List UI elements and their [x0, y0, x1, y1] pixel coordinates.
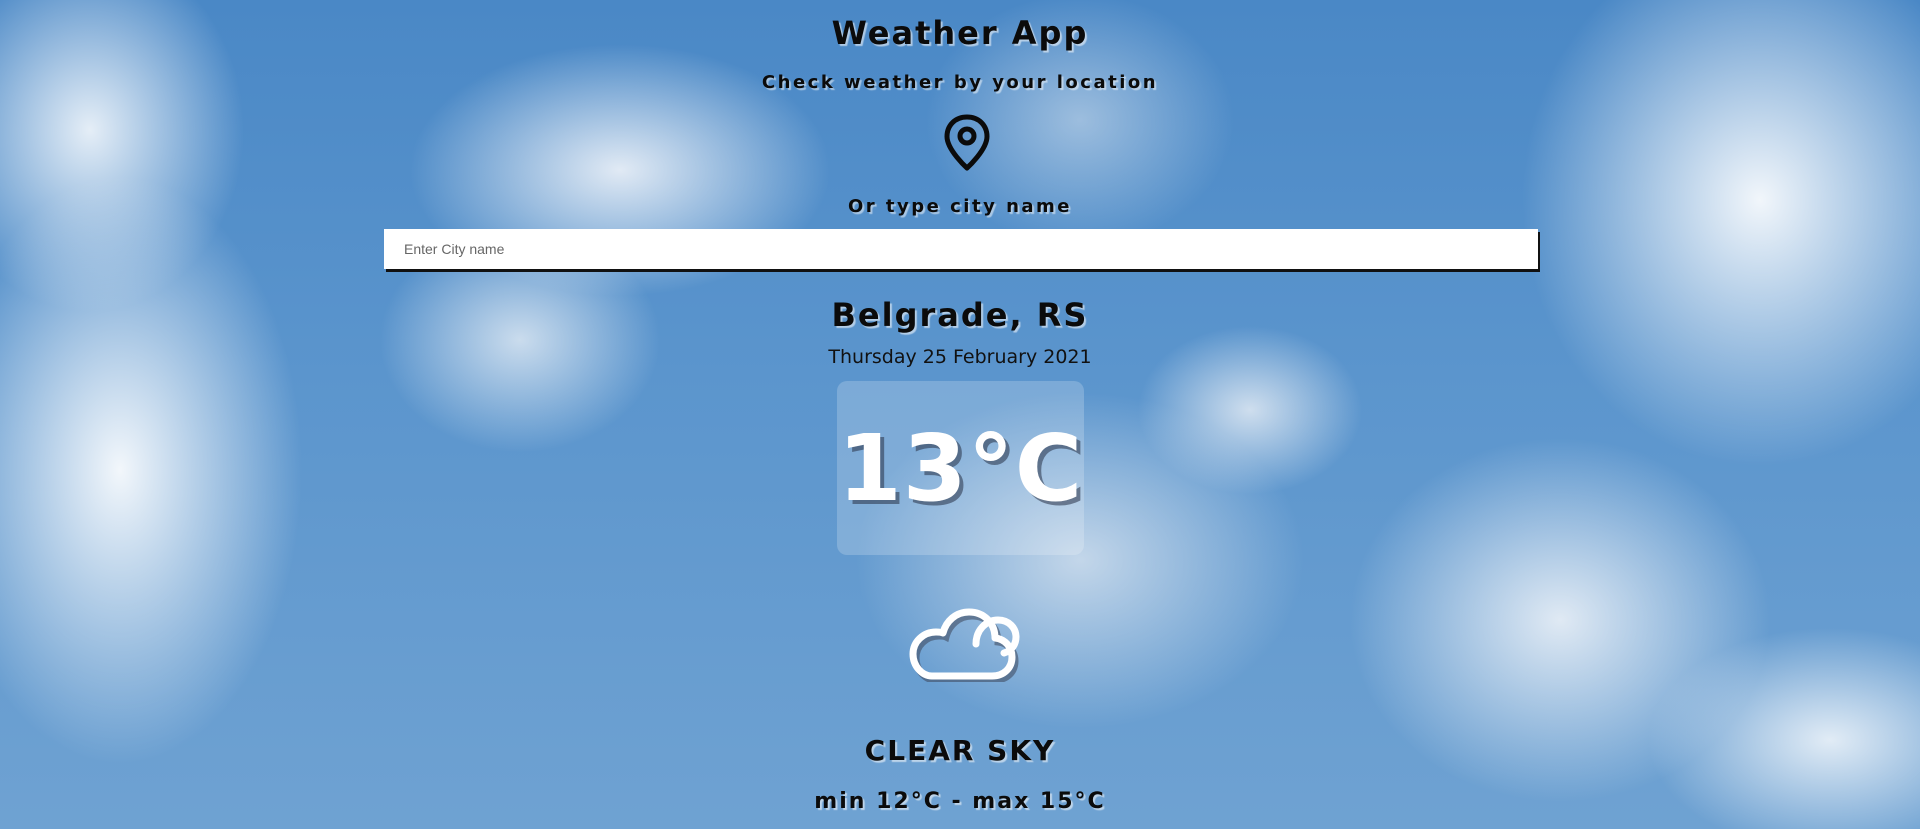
city-search-input[interactable] [384, 229, 1538, 269]
min-max-temperature: min 12°C - max 15°C [814, 789, 1106, 814]
temperature-panel: 13°C [837, 381, 1084, 555]
location-button[interactable] [939, 113, 995, 173]
temperature: 13°C [837, 414, 1084, 522]
location-pin-icon [944, 114, 990, 171]
cloud-icon [898, 596, 1020, 682]
city-name: Belgrade, RS [831, 296, 1089, 334]
weather-condition: CLEAR SKY [864, 734, 1056, 767]
type-city-label: Or type city name [847, 196, 1072, 217]
app-title: Weather App [831, 14, 1089, 52]
app-subtitle: Check weather by your location [761, 72, 1159, 93]
weather-app: Weather App Check weather by your locati… [0, 0, 1920, 829]
current-date: Thursday 25 February 2021 [828, 346, 1092, 368]
